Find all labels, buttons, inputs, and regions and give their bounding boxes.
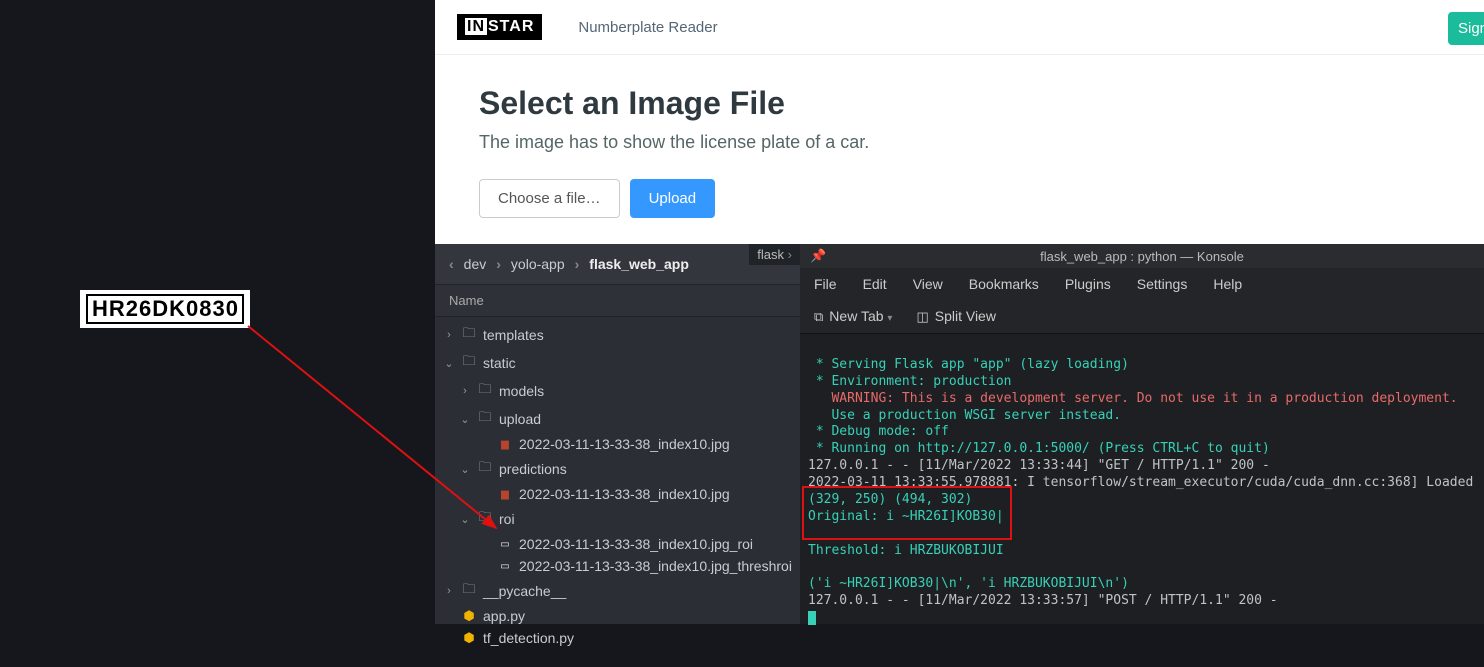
toolbar: ⧉New Tab ▾ ◫Split View [800,300,1484,334]
choose-file-button[interactable]: Choose a file… [479,179,620,218]
breadcrumb-yolo-app[interactable]: yolo-app [511,256,565,272]
folder-predictions[interactable]: ⌄🗀predictions [435,455,800,483]
term-line: * Serving Flask app "app" (lazy loading) [808,357,1129,372]
logo-rest: STAR [488,18,534,35]
file-roi[interactable]: ▭2022-03-11-13-33-38_index10.jpg_roi [435,533,800,555]
web-header: INSTAR Numberplate Reader Sign Up [435,0,1484,55]
menu-bar: File Edit View Bookmarks Plugins Setting… [800,268,1484,300]
upload-button[interactable]: Upload [630,179,716,218]
chevron-left-icon[interactable]: ‹ [449,256,454,272]
file-tf-detection-py[interactable]: ⬢tf_detection.py [435,627,800,649]
new-tab-icon: ⧉ [814,309,823,324]
term-line: * Debug mode: off [808,424,949,439]
menu-plugins[interactable]: Plugins [1065,276,1111,292]
logo: INSTAR [457,14,542,40]
file-pred-img[interactable]: ▆2022-03-11-13-33-38_index10.jpg [435,483,800,505]
term-line: * Running on http://127.0.0.1:5000/ (Pre… [808,441,1270,456]
python-icon: ⬢ [461,608,477,624]
menu-bookmarks[interactable]: Bookmarks [969,276,1039,292]
image-icon: ▆ [497,489,513,500]
menu-help[interactable]: Help [1213,276,1242,292]
folder-static[interactable]: ⌄🗀static [435,349,800,377]
explorer-tab[interactable]: flask › [749,244,800,265]
pin-icon[interactable]: 📌 [810,248,826,264]
folder-icon: 🗀 [461,352,477,374]
window-title: flask_web_app : python — Konsole [800,249,1484,264]
breadcrumb: ‹ dev › yolo-app › flask_web_app [435,244,800,284]
file-threshroi[interactable]: ▭2022-03-11-13-33-38_index10.jpg_threshr… [435,555,800,577]
page-title: Select an Image File [479,85,1440,122]
page-subtitle: The image has to show the license plate … [479,132,1440,153]
web-app: INSTAR Numberplate Reader Sign Up Select… [435,0,1484,244]
terminal-output[interactable]: * Serving Flask app "app" (lazy loading)… [800,334,1484,667]
split-icon: ◫ [916,309,928,324]
left-preview-pane: HR26DK0830 [0,0,435,624]
folder-pycache[interactable]: ›🗀__pycache__ [435,577,800,605]
folder-models[interactable]: ›🗀models [435,377,800,405]
term-line-threshold: Threshold: i HRZBUKOBIJUI [808,543,1004,558]
signup-button[interactable]: Sign Up [1448,12,1484,45]
python-icon: ⬢ [461,630,477,646]
term-line: Use a production WSGI server instead. [808,408,1121,423]
folder-roi[interactable]: ⌄🗀roi [435,505,800,533]
file-tree: ›🗀templates ⌄🗀static ›🗀models ⌄🗀upload ▆… [435,317,800,653]
folder-icon: 🗀 [461,580,477,602]
folder-templates[interactable]: ›🗀templates [435,321,800,349]
column-header-name[interactable]: Name [435,284,800,317]
menu-view[interactable]: View [913,276,943,292]
menu-file[interactable]: File [814,276,837,292]
new-tab-button[interactable]: ⧉New Tab ▾ [814,308,892,325]
folder-icon: 🗀 [461,324,477,346]
menu-settings[interactable]: Settings [1137,276,1188,292]
term-line: 2022-03-11 13:33:55.978881: I tensorflow… [808,475,1473,490]
file-upload-img[interactable]: ▆2022-03-11-13-33-38_index10.jpg [435,433,800,455]
split-view-button[interactable]: ◫Split View [916,308,996,325]
image-icon: ▆ [497,439,513,450]
folder-icon: 🗀 [477,458,493,480]
folder-icon: 🗀 [477,508,493,530]
license-plate-image: HR26DK0830 [80,290,250,328]
konsole-window: 📌 flask_web_app : python — Konsole File … [800,244,1484,624]
image-icon: ▭ [497,561,513,572]
titlebar[interactable]: 📌 flask_web_app : python — Konsole [800,244,1484,268]
folder-icon: 🗀 [477,380,493,402]
file-explorer: flask › ‹ dev › yolo-app › flask_web_app… [435,244,800,624]
menu-edit[interactable]: Edit [863,276,887,292]
folder-icon: 🗀 [477,408,493,430]
term-line: ('i ~HR26I]KOB30|\n', 'i HRZBUKOBIJUI\n'… [808,576,1129,591]
term-line: 127.0.0.1 - - [11/Mar/2022 13:33:44] "GE… [808,458,1270,473]
breadcrumb-current[interactable]: flask_web_app [589,256,689,272]
term-line: * Environment: production [808,374,1012,389]
term-line-warning: WARNING: This is a development server. D… [808,391,1458,406]
term-line: 127.0.0.1 - - [11/Mar/2022 13:33:57] "PO… [808,593,1278,608]
image-icon: ▭ [497,539,513,550]
breadcrumb-dev[interactable]: dev [464,256,487,272]
folder-upload[interactable]: ⌄🗀upload [435,405,800,433]
web-body: Select an Image File The image has to sh… [435,55,1484,234]
license-plate-text: HR26DK0830 [86,294,244,324]
nav-numberplate-reader[interactable]: Numberplate Reader [578,19,717,36]
logo-in: IN [465,18,487,35]
term-line-original: Original: i ~HR26I]KOB30| [808,509,1004,524]
cursor [808,611,816,625]
term-line: (329, 250) (494, 302) [808,492,972,507]
